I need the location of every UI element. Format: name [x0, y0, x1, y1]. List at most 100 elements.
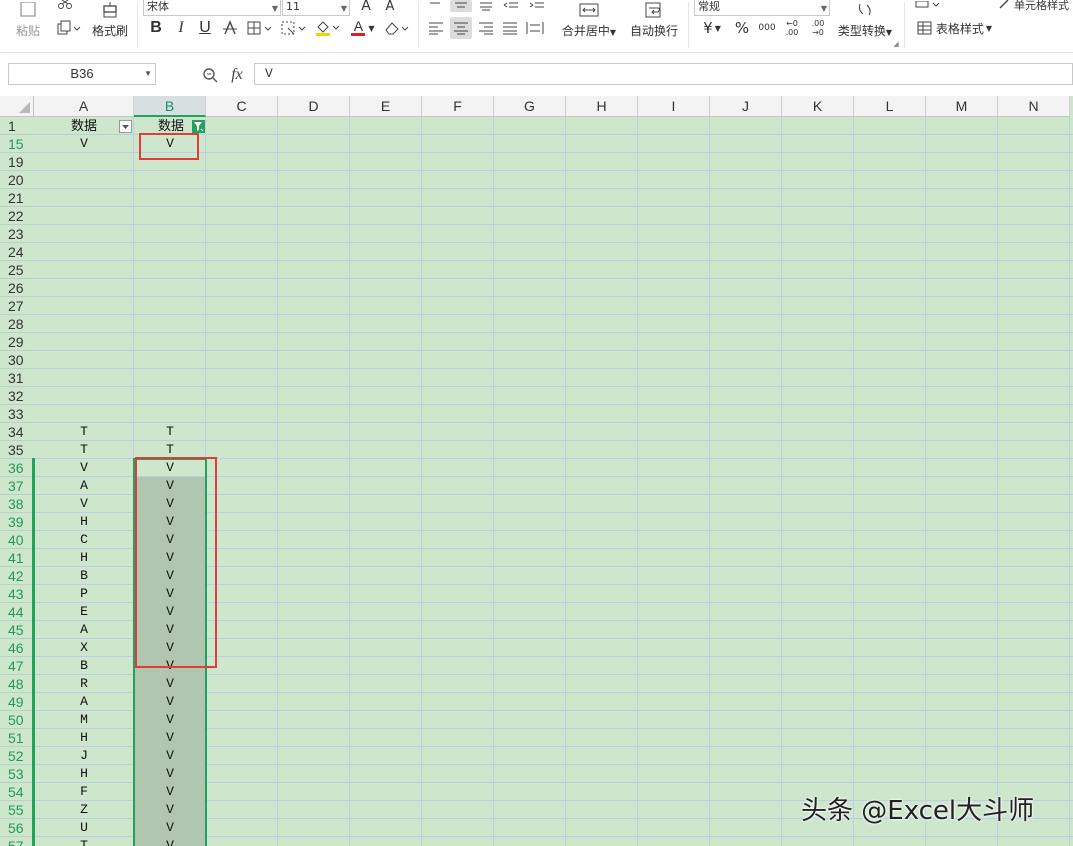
merge-center-button[interactable]: 合并居中▼ — [558, 0, 620, 40]
row-header-57[interactable]: 57 — [0, 837, 34, 846]
row-header-54[interactable]: 54 — [0, 783, 34, 801]
select-all-corner[interactable] — [0, 96, 34, 117]
cell-a27[interactable] — [34, 297, 134, 315]
row-header-48[interactable]: 48 — [0, 675, 34, 693]
cell-a21[interactable] — [34, 189, 134, 207]
row-header-55[interactable]: 55 — [0, 801, 34, 819]
name-box[interactable]: B36 ▼ — [8, 63, 156, 85]
cell-a42[interactable]: B — [34, 567, 134, 585]
copy-button[interactable] — [54, 18, 84, 38]
italic-button[interactable]: I — [171, 18, 191, 38]
cell-b54[interactable]: V — [134, 783, 206, 801]
strikethrough-button[interactable] — [220, 18, 240, 38]
cell-b30[interactable] — [134, 351, 206, 369]
column-header-n[interactable]: N — [998, 96, 1070, 117]
cell-b23[interactable] — [134, 225, 206, 243]
filter-dropdown-a[interactable] — [119, 120, 132, 133]
cell-a48[interactable]: R — [34, 675, 134, 693]
cell-b50[interactable]: V — [134, 711, 206, 729]
formula-input[interactable]: V — [254, 63, 1073, 85]
row-header-53[interactable]: 53 — [0, 765, 34, 783]
align-top-button[interactable] — [426, 0, 444, 10]
cell-a41[interactable]: H — [34, 549, 134, 567]
cell-border-style-button[interactable] — [279, 18, 309, 38]
row-header-43[interactable]: 43 — [0, 585, 34, 603]
cell-a40[interactable]: C — [34, 531, 134, 549]
cell-a20[interactable] — [34, 171, 134, 189]
justify-button[interactable] — [500, 18, 520, 38]
cell-a46[interactable]: X — [34, 639, 134, 657]
column-header-e[interactable]: E — [350, 96, 422, 117]
cell-b49[interactable]: V — [134, 693, 206, 711]
cell-b57[interactable]: V — [134, 837, 206, 846]
column-header-d[interactable]: D — [278, 96, 350, 117]
column-header-g[interactable]: G — [494, 96, 566, 117]
increase-decimal-button[interactable]: ←0 .00 — [782, 16, 802, 40]
table-style-button[interactable]: 表格样式 ▼ — [912, 18, 996, 38]
align-right-button[interactable] — [476, 18, 496, 38]
underline-button[interactable]: U — [195, 18, 215, 38]
clear-format-button[interactable] — [382, 18, 412, 38]
row-header-15[interactable]: 15 — [0, 135, 34, 153]
decrease-decimal-button[interactable]: .00 →0 — [808, 16, 828, 40]
cell-b33[interactable] — [134, 405, 206, 423]
cell-a26[interactable] — [34, 279, 134, 297]
row-header-38[interactable]: 38 — [0, 495, 34, 513]
cell-a39[interactable]: H — [34, 513, 134, 531]
row-header-27[interactable]: 27 — [0, 297, 34, 315]
cell-b28[interactable] — [134, 315, 206, 333]
column-header-i[interactable]: I — [638, 96, 710, 117]
cell-b22[interactable] — [134, 207, 206, 225]
cell-b51[interactable]: V — [134, 729, 206, 747]
cell-a35[interactable]: T — [34, 441, 134, 459]
type-convert-button[interactable]: 类型转换▼ — [834, 0, 896, 40]
cell-a45[interactable]: A — [34, 621, 134, 639]
cell-a19[interactable] — [34, 153, 134, 171]
cell-b55[interactable]: V — [134, 801, 206, 819]
row-header-34[interactable]: 34 — [0, 423, 34, 441]
cell-a57[interactable]: T — [34, 837, 134, 846]
borders-button[interactable] — [245, 18, 275, 38]
ribbon-dialog-launcher[interactable]: ◢ — [892, 40, 900, 48]
cell-a44[interactable]: E — [34, 603, 134, 621]
column-header-b[interactable]: B — [134, 96, 206, 117]
row-header-52[interactable]: 52 — [0, 747, 34, 765]
cell-a25[interactable] — [34, 261, 134, 279]
row-header-19[interactable]: 19 — [0, 153, 34, 171]
row-header-39[interactable]: 39 — [0, 513, 34, 531]
cell-a43[interactable]: P — [34, 585, 134, 603]
row-header-45[interactable]: 45 — [0, 621, 34, 639]
column-header-a[interactable]: A — [34, 96, 134, 117]
column-header-h[interactable]: H — [566, 96, 638, 117]
cell-a33[interactable] — [34, 405, 134, 423]
row-header-40[interactable]: 40 — [0, 531, 34, 549]
cell-style-button[interactable]: 单元格样式 — [998, 0, 1073, 12]
cell-b29[interactable] — [134, 333, 206, 351]
cell-b31[interactable] — [134, 369, 206, 387]
row-header-36[interactable]: 36 — [0, 459, 34, 477]
insert-function-button[interactable]: fx — [226, 65, 248, 85]
row-header-35[interactable]: 35 — [0, 441, 34, 459]
row-header-25[interactable]: 25 — [0, 261, 34, 279]
row-header-49[interactable]: 49 — [0, 693, 34, 711]
cell-a50[interactable]: M — [34, 711, 134, 729]
zoom-lookup-button[interactable] — [200, 65, 220, 85]
wrap-text-button[interactable]: 自动换行 — [626, 0, 682, 40]
column-header-m[interactable]: M — [926, 96, 998, 117]
row-header-51[interactable]: 51 — [0, 729, 34, 747]
shrink-font-button[interactable]: A — [382, 0, 398, 14]
row-header-56[interactable]: 56 — [0, 819, 34, 837]
row-header-32[interactable]: 32 — [0, 387, 34, 405]
filter-dropdown-b[interactable] — [192, 120, 205, 133]
align-middle-button[interactable] — [450, 0, 472, 12]
conditional-format-button[interactable] — [912, 0, 942, 10]
row-header-22[interactable]: 22 — [0, 207, 34, 225]
cell-a52[interactable]: J — [34, 747, 134, 765]
thousands-separator-button[interactable]: 000 — [756, 18, 778, 38]
cell-b32[interactable] — [134, 387, 206, 405]
bold-button[interactable]: B — [146, 18, 166, 38]
format-painter-button[interactable]: 格式刷 — [90, 0, 130, 40]
cell-a22[interactable] — [34, 207, 134, 225]
font-size-select[interactable]: 11 ▼ — [282, 0, 350, 16]
row-header-23[interactable]: 23 — [0, 225, 34, 243]
